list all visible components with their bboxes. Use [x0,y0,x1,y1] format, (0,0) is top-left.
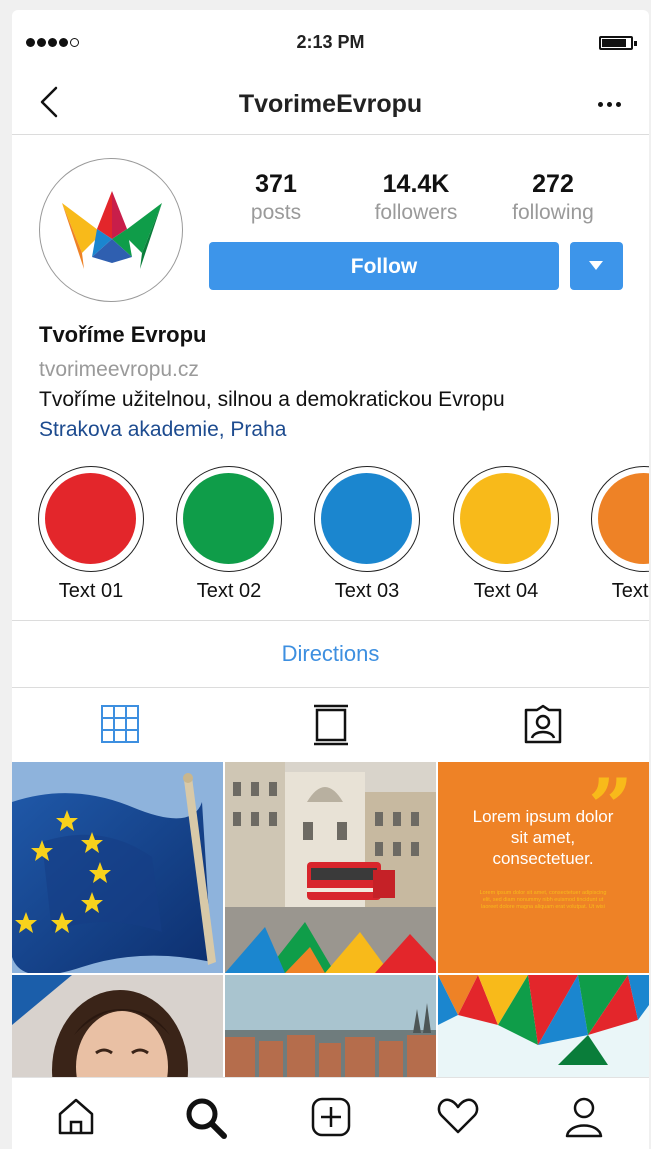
grid-icon[interactable] [100,704,140,744]
highlight-cover [183,473,274,564]
stat-followers-value: 14.4K [382,170,450,198]
highlight-item[interactable]: Text 04 [453,466,563,603]
heart-icon[interactable] [436,1096,480,1136]
phone-screen: 2:13 PM TvorimeEvropu 371 posts 14.4K fo… [12,10,649,1149]
status-bar: 2:13 PM [12,10,649,72]
search-icon[interactable] [184,1096,228,1140]
profile-location-link[interactable]: Strakova akademie, Praha [39,418,286,442]
avatar[interactable] [39,158,183,302]
highlight-label: Text 03 [334,580,400,602]
follow-button[interactable]: Follow [209,242,559,290]
highlight-ring [453,466,559,572]
highlight-cover [598,473,649,564]
highlight-item[interactable]: Text 03 [314,466,424,603]
chevron-down-icon [589,261,603,270]
stat-posts-label: posts [250,201,302,224]
highlight-ring [314,466,420,572]
more-options-icon[interactable] [598,102,621,107]
add-post-icon[interactable] [310,1096,352,1138]
profile-description: Tvoříme užitelnou, silnou a demokraticko… [39,388,505,411]
post-quote-card[interactable]: ” Lorem ipsum dolor sit amet, consectetu… [438,762,649,973]
highlight-label: Text 04 [473,580,539,602]
post-prague-panorama[interactable] [225,975,436,1077]
status-time: 2:13 PM [296,32,365,52]
quote-headline: Lorem ipsum dolor sit amet, consectetuer… [472,807,614,868]
stat-posts-value: 371 [255,170,297,198]
highlight-label: Text 01 [58,580,124,602]
highlight-cover [45,473,136,564]
highlight-ring [38,466,144,572]
stat-following[interactable]: 272 following [493,170,613,225]
bottom-tab-bar [12,1077,649,1149]
brand-logo-icon [62,191,162,269]
post-eu-flag[interactable] [12,762,223,973]
page-title: TvorimeEvropu [238,90,423,118]
quote-body: Lorem ipsum dolor sit amet, consectetuer… [479,890,607,910]
highlight-cover [321,473,412,564]
stat-following-label: following [512,201,594,224]
profile-icon[interactable] [564,1096,604,1138]
highlight-cover [460,473,551,564]
tagged-icon[interactable] [522,704,564,746]
post-prague-tram[interactable] [225,762,436,973]
highlight-item[interactable]: Text 01 [38,466,148,603]
stat-posts[interactable]: 371 posts [216,170,336,225]
profile-name: Tvoříme Evropu [39,322,207,347]
feed-icon[interactable] [312,704,350,746]
highlight-label: Text 02 [196,580,262,602]
battery-icon [599,36,637,50]
home-icon[interactable] [56,1096,96,1136]
post-portrait[interactable] [12,975,223,1077]
post-pattern[interactable] [438,975,649,1077]
directions-button[interactable]: Directions [12,620,649,688]
stat-followers-label: followers [374,201,458,224]
nav-bar: TvorimeEvropu [12,72,649,135]
highlight-item[interactable]: Text 05 [591,466,649,603]
highlight-ring [591,466,649,572]
stat-following-value: 272 [532,170,574,198]
stat-followers[interactable]: 14.4K followers [356,170,476,225]
highlight-ring [176,466,282,572]
highlight-label: Text 05 [611,580,649,602]
profile-website-link[interactable]: tvorimeevropu.cz [39,358,199,382]
suggestions-dropdown-button[interactable] [570,242,623,290]
highlight-item[interactable]: Text 02 [176,466,286,603]
